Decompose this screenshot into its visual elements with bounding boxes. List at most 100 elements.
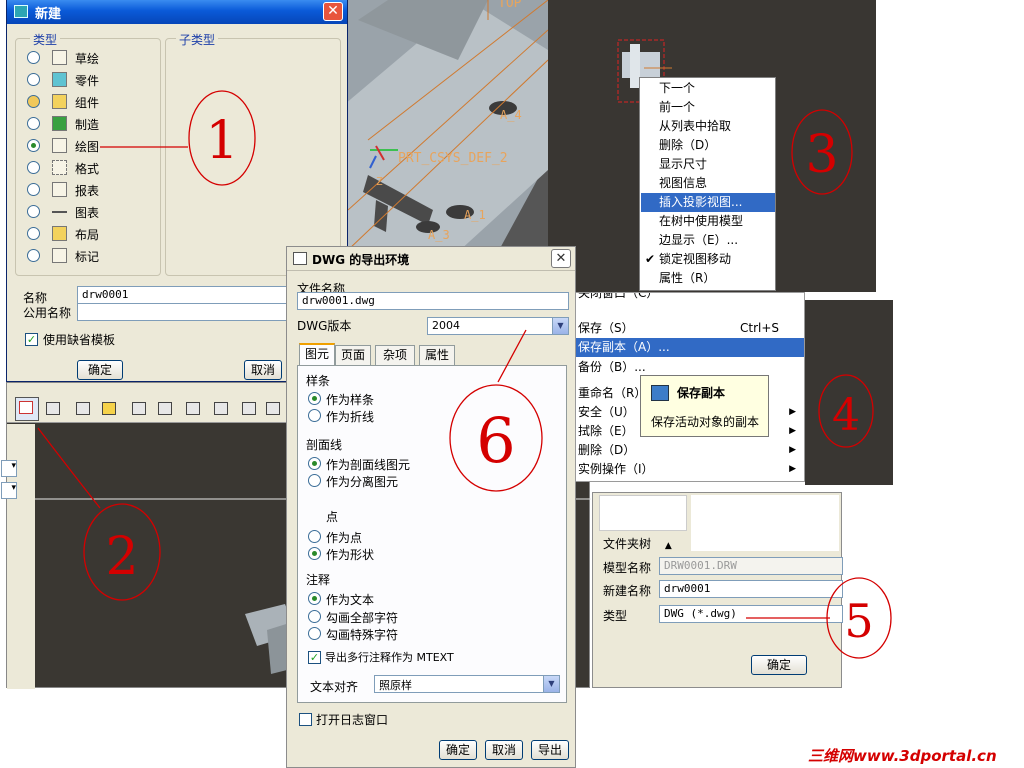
menu-lock-view-movement[interactable]: ✔ 锁定视图移动 — [641, 250, 775, 269]
menu-previous[interactable]: 前一个 — [641, 98, 775, 117]
menu-use-model-in-tree[interactable]: 在树中使用模型 — [641, 212, 775, 231]
dwg-ok-button[interactable]: 确定 — [439, 740, 477, 760]
type-diagram[interactable]: 图表 — [27, 202, 147, 222]
context-menu: 下一个 前一个 从列表中拾取 删除（D） 显示尺寸 视图信息 插入投影视图...… — [639, 77, 776, 291]
radio-diagram[interactable] — [27, 205, 40, 218]
general-view-button[interactable] — [15, 397, 39, 421]
check-icon: ✔ — [645, 252, 656, 266]
dwg-dialog-titlebar: DWG 的导出环境 ✕ — [287, 247, 575, 271]
tree-dropdown-1[interactable]: ▾ — [1, 460, 17, 477]
new-ok-button[interactable]: 确定 — [77, 360, 123, 380]
balloon-button[interactable] — [99, 399, 119, 419]
dialog-icon — [293, 252, 307, 265]
menu-edge-display[interactable]: 边显示（E）... — [641, 231, 775, 250]
menu-delete[interactable]: 删除（D） ▶ — [576, 441, 804, 460]
symbol-button[interactable] — [239, 399, 259, 419]
use-template-label: 使用缺省模板 — [43, 333, 116, 347]
radio-note-as-text[interactable] — [308, 592, 321, 605]
dimension-button[interactable] — [129, 399, 149, 419]
dwg-cancel-button[interactable]: 取消 — [485, 740, 523, 760]
projection-view-button[interactable] — [43, 399, 63, 419]
menu-instance-ops-label: 实例操作（I） — [578, 462, 654, 476]
note-button[interactable] — [211, 399, 231, 419]
file-name-input[interactable]: drw0001.dwg — [297, 292, 569, 310]
radio-report[interactable] — [27, 183, 40, 196]
radio-note-stroke-all[interactable] — [308, 610, 321, 623]
tab-attributes[interactable]: 属性 — [419, 345, 455, 365]
tree-dropdown-2[interactable]: ▾ — [1, 482, 17, 499]
model-graphics — [348, 0, 548, 252]
use-template-checkbox[interactable]: ✓ — [25, 333, 38, 346]
radio-manufacturing[interactable] — [27, 117, 40, 130]
menu-delete[interactable]: 删除（D） — [641, 136, 775, 155]
radio-hatch-as-hatch[interactable] — [308, 457, 321, 470]
menu-pick-from-list[interactable]: 从列表中拾取 — [641, 117, 775, 136]
menu-insert-projection-view[interactable]: 插入投影视图... — [641, 193, 775, 212]
new-name-input[interactable]: drw0001 — [659, 580, 843, 598]
menu-next[interactable]: 下一个 — [641, 79, 775, 98]
folder-tree-toggle[interactable]: 文件夹树 ▲ — [603, 535, 672, 552]
menu-save[interactable]: 保存（S） Ctrl+S — [576, 319, 804, 338]
spline-section-label: 样条 — [306, 374, 331, 388]
dwg-version-select[interactable]: 2004 ▼ — [427, 317, 569, 335]
radio-drawing[interactable] — [27, 139, 40, 152]
option-label: 作为分离图元 — [326, 475, 399, 489]
menu-instance-ops[interactable]: 实例操作（I） ▶ — [576, 460, 804, 479]
option-label: 勾画全部字符 — [326, 611, 399, 625]
radio-note-stroke-special[interactable] — [308, 627, 321, 640]
open-log-checkbox[interactable] — [299, 713, 312, 726]
new-cancel-button[interactable]: 取消 — [244, 360, 282, 380]
menu-save-copy[interactable]: 保存副本（A）... — [576, 338, 804, 357]
diagram-icon — [52, 211, 67, 213]
radio-point-as-shape[interactable] — [308, 547, 321, 560]
radio-spline-as-spline[interactable] — [308, 392, 321, 405]
radio-point-as-point[interactable] — [308, 530, 321, 543]
menu-properties[interactable]: 属性（R） — [641, 269, 775, 288]
menu-show-dimensions[interactable]: 显示尺寸 — [641, 155, 775, 174]
radio-layout[interactable] — [27, 227, 40, 240]
radio-hatch-as-separate[interactable] — [308, 474, 321, 487]
type-manufacturing[interactable]: 制造 — [27, 114, 147, 134]
save-copy-dialog: 文件夹树 ▲ 模型名称 DRW0001.DRW 新建名称 drw0001 类型 … — [592, 492, 843, 688]
watermark: 三维网www.3dportal.cn — [808, 747, 997, 765]
tab-entities[interactable]: 图元 — [299, 343, 335, 366]
radio-assembly[interactable] — [27, 95, 40, 108]
radio-markup[interactable] — [27, 249, 40, 262]
radio-spline-as-polyline[interactable] — [308, 409, 321, 422]
menu-view-info[interactable]: 视图信息 — [641, 174, 775, 193]
type-sketch[interactable]: 草绘 — [27, 48, 147, 68]
type-drawing[interactable]: 绘图 — [27, 136, 147, 156]
close-icon[interactable]: ✕ — [323, 2, 343, 21]
save-ok-button[interactable]: 确定 — [751, 655, 807, 675]
type-label: 报表 — [75, 184, 100, 198]
radio-sketch[interactable] — [27, 51, 40, 64]
menu-close-window[interactable]: 关闭窗口（C） — [576, 293, 804, 303]
tab-page[interactable]: 页面 — [335, 345, 371, 365]
preview-pane-large — [691, 495, 839, 551]
gtol-button[interactable] — [263, 399, 283, 419]
file-type-select[interactable]: DWG (*.dwg) — [659, 605, 843, 623]
open-log-label: 打开日志窗口 — [316, 713, 389, 727]
baseline-button[interactable] — [183, 399, 203, 419]
tab-misc[interactable]: 杂项 — [375, 345, 415, 365]
type-layout[interactable]: 布局 — [27, 224, 147, 244]
hatch-section-label: 剖面线 — [306, 438, 343, 452]
dwg-export-button[interactable]: 导出 — [531, 740, 569, 760]
table-button[interactable] — [73, 399, 93, 419]
type-part[interactable]: 零件 — [27, 70, 147, 90]
radio-part[interactable] — [27, 73, 40, 86]
type-format[interactable]: 格式 — [27, 158, 147, 178]
menu-lock-view-movement-label: 锁定视图移动 — [659, 252, 732, 266]
mtext-checkbox[interactable]: ✓ — [308, 651, 321, 664]
type-assembly[interactable]: 组件 — [27, 92, 147, 112]
text-align-select[interactable]: 照原样 ▼ — [374, 675, 560, 693]
close-icon[interactable]: ✕ — [551, 249, 571, 268]
symbol-icon — [242, 402, 256, 415]
chevron-up-icon: ▲ — [664, 541, 672, 551]
type-label: 绘图 — [75, 140, 100, 154]
ordinate-dim-button[interactable] — [155, 399, 175, 419]
radio-format[interactable] — [27, 161, 40, 174]
option-label: 作为剖面线图元 — [326, 458, 411, 472]
type-markup[interactable]: 标记 — [27, 246, 147, 266]
type-report[interactable]: 报表 — [27, 180, 147, 200]
